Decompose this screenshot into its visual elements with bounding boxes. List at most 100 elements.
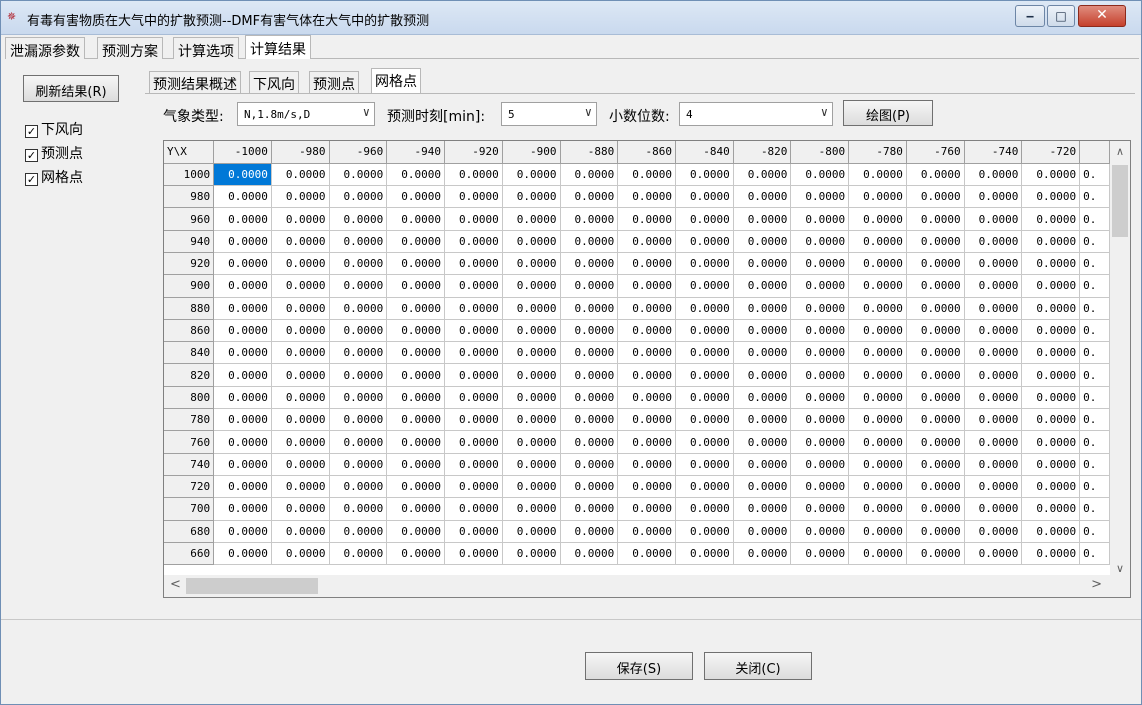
grid-cell[interactable]: 0.0000 <box>444 252 503 276</box>
grid-cell[interactable]: 0.0000 <box>964 297 1023 320</box>
refresh-results-button[interactable]: 刷新结果(R) <box>23 75 119 102</box>
grid-cell[interactable]: 0.0000 <box>790 520 850 543</box>
grid-cell[interactable]: 0.0000 <box>906 185 965 209</box>
grid-cell[interactable]: 0.0000 <box>790 453 850 476</box>
tab-calc-options[interactable]: 计算选项 <box>173 37 239 60</box>
grid-cell[interactable]: 0.0000 <box>675 475 734 499</box>
grid-cell[interactable]: 0.0000 <box>848 163 907 187</box>
save-button[interactable]: 保存(S) <box>585 652 693 680</box>
grid-cell[interactable]: 0.0000 <box>790 363 850 387</box>
grid-cell[interactable]: 0.0000 <box>271 408 330 432</box>
grid-cell[interactable]: 0.0000 <box>386 386 446 410</box>
grid-column-header[interactable]: -860 <box>617 141 676 164</box>
grid-cell[interactable]: 0.0000 <box>271 542 330 566</box>
grid-cell[interactable]: 0.0000 <box>502 252 561 276</box>
grid-cell[interactable]: 0.0000 <box>617 230 676 253</box>
grid-cell[interactable]: 0.0000 <box>617 453 676 476</box>
grid-cell[interactable]: 0.0000 <box>329 207 388 231</box>
grid-cell[interactable]: 0.0000 <box>560 185 619 209</box>
grid-cell[interactable]: 0.0000 <box>1021 230 1081 253</box>
tab-result-overview[interactable]: 预测结果概述 <box>149 71 241 93</box>
grid-cell[interactable]: 0. <box>1079 163 1110 187</box>
grid-cell[interactable]: 0.0000 <box>617 363 676 387</box>
grid-cell[interactable]: 0.0000 <box>560 319 619 343</box>
grid-cell[interactable]: 0.0000 <box>386 319 446 343</box>
weather-type-select[interactable]: N,1.8m/s,D ∨ <box>237 102 375 126</box>
grid-cell[interactable]: 0.0000 <box>502 386 561 410</box>
grid-cell[interactable]: 0.0000 <box>1021 163 1081 187</box>
vertical-scroll-thumb[interactable] <box>1112 165 1128 237</box>
grid-cell[interactable]: 0. <box>1079 297 1110 320</box>
grid-column-header[interactable]: -780 <box>848 141 907 164</box>
scroll-right-icon[interactable]: > <box>1091 577 1102 592</box>
grid-cell[interactable]: 0.0000 <box>617 341 676 365</box>
grid-cell[interactable]: 0.0000 <box>906 453 965 476</box>
grid-cell[interactable]: 0. <box>1079 185 1110 209</box>
grid-cell[interactable]: 0.0000 <box>1021 520 1081 543</box>
grid-cell[interactable]: 0.0000 <box>386 230 446 253</box>
grid-cell[interactable]: 0.0000 <box>964 252 1023 276</box>
grid-row-header[interactable]: 920 <box>164 252 215 276</box>
grid-row-header[interactable]: 680 <box>164 520 215 543</box>
grid-cell[interactable]: 0.0000 <box>617 319 676 343</box>
grid-cell[interactable]: 0.0000 <box>213 207 272 231</box>
grid-row-header[interactable]: 900 <box>164 274 215 298</box>
grid-cell[interactable]: 0.0000 <box>213 453 272 476</box>
grid-cell[interactable]: 0.0000 <box>906 252 965 276</box>
grid-cell[interactable]: 0.0000 <box>560 408 619 432</box>
grid-cell[interactable]: 0.0000 <box>848 453 907 476</box>
grid-cell[interactable]: 0.0000 <box>213 341 272 365</box>
grid-cell[interactable]: 0.0000 <box>848 363 907 387</box>
grid-cell[interactable]: 0.0000 <box>386 297 446 320</box>
grid-cell[interactable]: 0.0000 <box>848 520 907 543</box>
grid-cell[interactable]: 0.0000 <box>848 319 907 343</box>
grid-cell[interactable]: 0.0000 <box>560 363 619 387</box>
scroll-left-icon[interactable]: < <box>170 577 181 592</box>
grid-cell[interactable]: 0.0000 <box>213 230 272 253</box>
grid-cell[interactable]: 0.0000 <box>444 163 503 187</box>
grid-cell[interactable]: 0.0000 <box>1021 408 1081 432</box>
grid-column-header[interactable]: -760 <box>906 141 965 164</box>
grid-column-header[interactable] <box>1079 141 1110 164</box>
grid-cell[interactable]: 0.0000 <box>733 520 792 543</box>
grid-cell[interactable]: 0.0000 <box>502 319 561 343</box>
grid-cell[interactable]: 0.0000 <box>271 319 330 343</box>
grid-cell[interactable]: 0.0000 <box>502 230 561 253</box>
grid-cell[interactable]: 0.0000 <box>675 408 734 432</box>
grid-cell[interactable]: 0.0000 <box>964 475 1023 499</box>
grid-cell[interactable]: 0.0000 <box>502 497 561 521</box>
grid-cell[interactable]: 0.0000 <box>1021 363 1081 387</box>
grid-cell[interactable]: 0.0000 <box>271 230 330 253</box>
grid-cell[interactable]: 0.0000 <box>906 408 965 432</box>
grid-cell[interactable]: 0.0000 <box>848 185 907 209</box>
grid-cell[interactable]: 0.0000 <box>906 297 965 320</box>
prediction-time-select[interactable]: 5 ∨ <box>501 102 597 126</box>
grid-column-header[interactable]: -800 <box>790 141 850 164</box>
grid-column-header[interactable]: -940 <box>386 141 446 164</box>
grid-cell[interactable]: 0.0000 <box>271 386 330 410</box>
tab-prediction-points[interactable]: 预测点 <box>309 71 359 93</box>
grid-cell[interactable]: 0.0000 <box>386 453 446 476</box>
grid-cell[interactable]: 0.0000 <box>733 163 792 187</box>
grid-cell[interactable]: 0.0000 <box>560 453 619 476</box>
grid-cell[interactable]: 0.0000 <box>906 542 965 566</box>
grid-cell[interactable]: 0.0000 <box>329 230 388 253</box>
grid-cell[interactable]: 0.0000 <box>617 430 676 454</box>
grid-cell[interactable]: 0.0000 <box>213 475 272 499</box>
grid-cell[interactable]: 0.0000 <box>790 475 850 499</box>
grid-cell[interactable]: 0.0000 <box>675 497 734 521</box>
grid-cell[interactable]: 0.0000 <box>790 319 850 343</box>
grid-row-header[interactable]: 960 <box>164 207 215 231</box>
grid-cell[interactable]: 0.0000 <box>790 542 850 566</box>
grid-cell[interactable]: 0.0000 <box>329 520 388 543</box>
grid-cell[interactable]: 0.0000 <box>560 386 619 410</box>
grid-cell[interactable]: 0.0000 <box>906 341 965 365</box>
grid-cell[interactable]: 0.0000 <box>733 363 792 387</box>
grid-cell[interactable]: 0.0000 <box>848 497 907 521</box>
grid-cell[interactable]: 0.0000 <box>444 185 503 209</box>
grid-cell[interactable]: 0.0000 <box>560 274 619 298</box>
grid-cell[interactable]: 0.0000 <box>733 297 792 320</box>
grid-cell[interactable]: 0.0000 <box>502 363 561 387</box>
grid-cell[interactable]: 0.0000 <box>675 386 734 410</box>
grid-cell[interactable]: 0.0000 <box>213 297 272 320</box>
